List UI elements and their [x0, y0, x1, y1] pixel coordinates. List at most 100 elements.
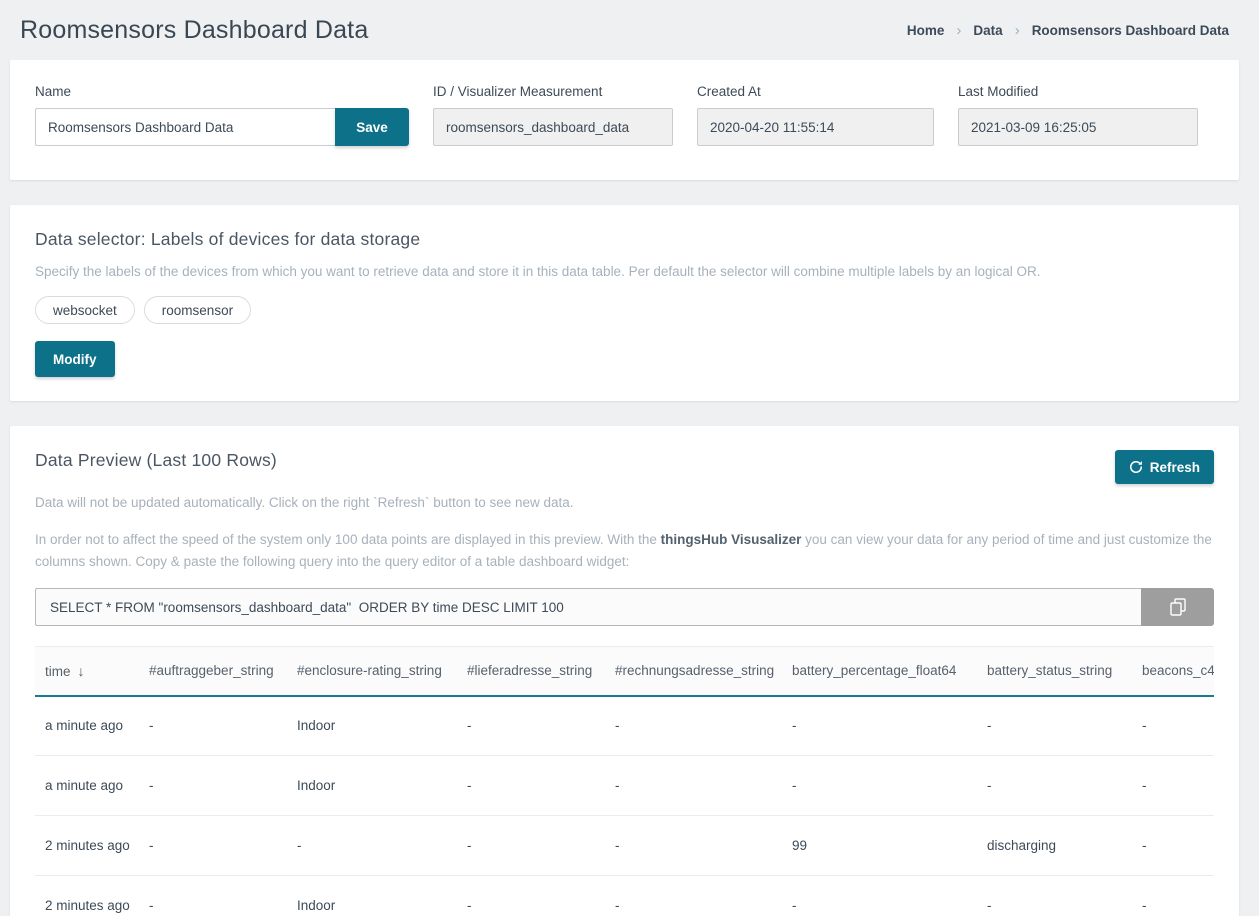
- column-header-lieferadresse-string[interactable]: #lieferadresse_string: [457, 647, 605, 696]
- copy-icon: [1170, 598, 1186, 616]
- table-cell: -: [1132, 876, 1214, 916]
- table-cell: -: [139, 696, 287, 756]
- table-cell: -: [287, 816, 457, 876]
- data-preview-card: Data Preview (Last 100 Rows) Refresh Dat…: [10, 426, 1239, 916]
- table-cell: -: [605, 696, 782, 756]
- data-preview-title: Data Preview (Last 100 Rows): [35, 450, 277, 471]
- breadcrumb: Home › Data › Roomsensors Dashboard Data: [907, 22, 1229, 39]
- data-selector-card: Data selector: Labels of devices for dat…: [10, 205, 1239, 401]
- table-cell: Indoor: [287, 876, 457, 916]
- table-cell: a minute ago: [35, 756, 139, 816]
- data-selector-title: Data selector: Labels of devices for dat…: [35, 229, 420, 250]
- preview-header: Data Preview (Last 100 Rows) Refresh: [35, 450, 1214, 484]
- last-modified-label: Last Modified: [958, 84, 1198, 99]
- table-cell: -: [1132, 756, 1214, 816]
- column-header-battery-status-string[interactable]: battery_status_string: [977, 647, 1132, 696]
- column-header-enclosure-rating-string[interactable]: #enclosure-rating_string: [287, 647, 457, 696]
- table-row: 2 minutes ago-Indoor-----: [35, 876, 1214, 916]
- column-label: #lieferadresse_string: [467, 663, 592, 678]
- details-row: Name Save ID / Visualizer Measurement ro…: [35, 84, 1214, 156]
- table-cell: -: [782, 756, 977, 816]
- table-cell: -: [605, 816, 782, 876]
- column-header-time[interactable]: time ↓: [35, 647, 139, 696]
- table-cell: 2 minutes ago: [35, 876, 139, 916]
- preview-description: In order not to affect the speed of the …: [35, 529, 1214, 574]
- device-label-pill: roomsensor: [144, 296, 251, 324]
- table-cell: -: [457, 876, 605, 916]
- table-cell: -: [605, 756, 782, 816]
- id-value: roomsensors_dashboard_data: [433, 108, 673, 146]
- page-title: Roomsensors Dashboard Data: [20, 16, 368, 45]
- table-cell: Indoor: [287, 756, 457, 816]
- refresh-button[interactable]: Refresh: [1115, 450, 1214, 484]
- preview-table: time ↓ #auftraggeber_string #enclosure-rati…: [35, 646, 1214, 916]
- column-label: battery_status_string: [987, 663, 1112, 678]
- last-modified-field-group: Last Modified 2021-03-09 16:25:05: [958, 84, 1198, 146]
- column-header-auftraggeber-string[interactable]: #auftraggeber_string: [139, 647, 287, 696]
- sort-desc-icon: ↓: [78, 663, 85, 679]
- column-header-battery-percentage-float64[interactable]: battery_percentage_float64: [782, 647, 977, 696]
- table-row: 2 minutes ago----99discharging-: [35, 816, 1214, 876]
- created-at-field-group: Created At 2020-04-20 11:55:14: [697, 84, 934, 146]
- table-cell: -: [457, 756, 605, 816]
- breadcrumb-separator-icon: ›: [956, 22, 961, 39]
- table-cell: -: [782, 876, 977, 916]
- breadcrumb-separator-icon: ›: [1015, 22, 1020, 39]
- device-labels: websocket roomsensor: [35, 296, 251, 324]
- table-cell: -: [1132, 696, 1214, 756]
- table-cell: 99: [782, 816, 977, 876]
- name-input[interactable]: [35, 108, 335, 146]
- column-label: time: [45, 664, 71, 679]
- breadcrumb-item[interactable]: Home: [907, 23, 945, 38]
- id-label: ID / Visualizer Measurement: [433, 84, 673, 99]
- preview-note: Data will not be updated automatically. …: [35, 492, 1214, 514]
- table-cell: -: [139, 876, 287, 916]
- refresh-label: Refresh: [1150, 460, 1200, 475]
- id-field-group: ID / Visualizer Measurement roomsensors_…: [433, 84, 673, 146]
- save-button[interactable]: Save: [335, 108, 409, 146]
- table-cell: -: [605, 876, 782, 916]
- device-label-pill: websocket: [35, 296, 135, 324]
- table-cell: -: [977, 696, 1132, 756]
- created-at-value: 2020-04-20 11:55:14: [697, 108, 934, 146]
- refresh-icon: [1129, 460, 1143, 474]
- column-label: #auftraggeber_string: [149, 663, 274, 678]
- created-at-label: Created At: [697, 84, 934, 99]
- table-row: a minute ago-Indoor-----: [35, 756, 1214, 816]
- table-header-row: time ↓ #auftraggeber_string #enclosure-rati…: [35, 647, 1214, 696]
- column-label: battery_percentage_float64: [792, 663, 956, 678]
- modify-button[interactable]: Modify: [35, 341, 115, 377]
- column-header-beacons-c41[interactable]: beacons_c41: [1132, 647, 1214, 696]
- table-cell: -: [782, 696, 977, 756]
- table-cell: Indoor: [287, 696, 457, 756]
- query-row: SELECT * FROM "roomsensors_dashboard_dat…: [35, 588, 1214, 626]
- visualizer-highlight: thingsHub Visusalizer: [661, 532, 802, 547]
- details-card: Name Save ID / Visualizer Measurement ro…: [10, 60, 1239, 180]
- copy-query-button[interactable]: [1141, 588, 1214, 626]
- breadcrumb-item: Roomsensors Dashboard Data: [1032, 23, 1229, 38]
- page-header: Roomsensors Dashboard Data Home › Data › Roo…: [0, 0, 1259, 60]
- table-cell: -: [977, 876, 1132, 916]
- table-cell: -: [139, 756, 287, 816]
- table-cell: discharging: [977, 816, 1132, 876]
- table-cell: -: [457, 816, 605, 876]
- name-label: Name: [35, 84, 409, 99]
- preview-description-prefix: In order not to affect the speed of the …: [35, 532, 661, 547]
- table-cell: -: [977, 756, 1132, 816]
- column-label: #rechnungsadresse_string: [615, 663, 774, 678]
- table-cell: a minute ago: [35, 696, 139, 756]
- name-field-group: Name Save: [35, 84, 409, 146]
- table-cell: -: [457, 696, 605, 756]
- breadcrumb-item[interactable]: Data: [973, 23, 1002, 38]
- table-cell: 2 minutes ago: [35, 816, 139, 876]
- last-modified-value: 2021-03-09 16:25:05: [958, 108, 1198, 146]
- name-input-group: Save: [35, 108, 409, 146]
- table-cell: -: [139, 816, 287, 876]
- query-text[interactable]: SELECT * FROM "roomsensors_dashboard_dat…: [35, 588, 1141, 626]
- column-label: #enclosure-rating_string: [297, 663, 442, 678]
- preview-table-container: time ↓ #auftraggeber_string #enclosure-rati…: [35, 646, 1214, 916]
- column-label: beacons_c41: [1142, 663, 1214, 678]
- column-header-rechnungsadresse-string[interactable]: #rechnungsadresse_string: [605, 647, 782, 696]
- data-selector-description: Specify the labels of the devices from w…: [35, 261, 1041, 283]
- table-cell: -: [1132, 816, 1214, 876]
